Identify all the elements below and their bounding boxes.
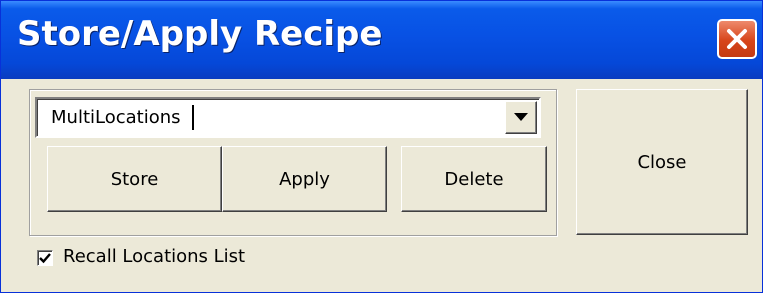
dialog-window: Store/Apply Recipe MultiLocations Store … xyxy=(0,0,763,293)
recipe-input[interactable]: MultiLocations xyxy=(51,107,181,128)
title-bar[interactable]: Store/Apply Recipe xyxy=(1,1,762,79)
checkmark-icon xyxy=(39,253,51,264)
close-x-icon[interactable] xyxy=(717,19,757,59)
window-title: Store/Apply Recipe xyxy=(17,14,383,54)
store-button[interactable]: Store xyxy=(47,146,222,212)
dropdown-button[interactable] xyxy=(505,101,537,134)
chevron-down-icon xyxy=(514,113,528,121)
text-caret xyxy=(192,105,194,130)
recall-locations-checkbox[interactable] xyxy=(37,250,53,266)
recall-locations-label[interactable]: Recall Locations List xyxy=(63,246,245,267)
close-button[interactable]: Close xyxy=(576,89,748,235)
delete-button[interactable]: Delete xyxy=(401,146,547,212)
apply-button[interactable]: Apply xyxy=(222,146,387,212)
recipe-combobox[interactable]: MultiLocations xyxy=(35,97,541,138)
